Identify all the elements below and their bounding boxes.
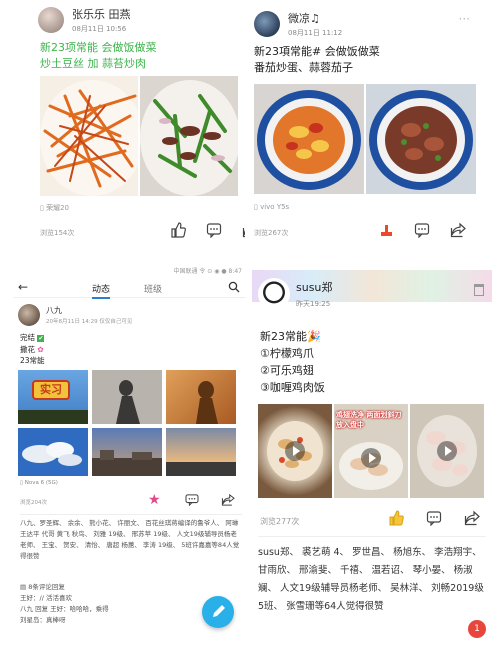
action-bar: ★ <box>148 492 235 508</box>
play-icon[interactable] <box>361 448 381 468</box>
action-bar <box>358 222 466 238</box>
view-count: 浏览154次 <box>40 229 75 237</box>
pencil-icon <box>213 605 225 617</box>
divider <box>20 514 242 515</box>
user-name[interactable]: susu郑 <box>296 279 332 295</box>
comment-item[interactable]: 刘星岛：真棒呀 <box>20 615 109 626</box>
device-label: ▯ vivo Y5s <box>254 203 290 211</box>
notification-badge[interactable]: 1 <box>468 620 486 638</box>
avatar[interactable] <box>38 7 64 33</box>
post-time: 08月11日 11:12 <box>288 29 343 37</box>
internship-badge: 实习 <box>32 380 70 400</box>
action-bar <box>388 510 480 526</box>
top-nav: ← 动态 班级 <box>14 278 246 299</box>
play-icon[interactable] <box>285 441 305 461</box>
post-text: 完结 ✔ 撒花 ✿ 23常能 <box>20 333 45 365</box>
back-icon[interactable]: ← <box>18 280 28 294</box>
like-icon[interactable] <box>388 510 404 526</box>
share-icon[interactable] <box>221 494 235 506</box>
search-icon[interactable] <box>228 281 240 293</box>
photo-sunset[interactable] <box>166 428 236 476</box>
video-curry-chicken[interactable] <box>410 404 484 498</box>
view-count: 浏览277次 <box>260 517 300 526</box>
comment-icon[interactable] <box>206 222 222 238</box>
device-label: ▯ 荣耀20 <box>40 204 69 212</box>
avatar[interactable] <box>254 11 280 37</box>
like-star-icon[interactable]: ★ <box>148 492 161 508</box>
compose-button[interactable] <box>202 596 234 628</box>
flower-icon: ✿ <box>37 345 44 354</box>
share-icon[interactable] <box>464 510 480 526</box>
photo-internship-sign[interactable]: 实习 <box>18 370 88 424</box>
video-caption: 鸡翅洗净 两面划斜刀 放入盘中 <box>336 411 402 429</box>
share-icon[interactable] <box>450 222 466 238</box>
photo-fried-potato[interactable] <box>40 76 138 196</box>
comment-item[interactable]: 王好：// 活活喜欢 <box>20 593 109 604</box>
comment-icon[interactable] <box>414 222 430 238</box>
photo-garlic-stem-pork[interactable] <box>140 76 238 196</box>
photo-buildings[interactable] <box>92 428 162 476</box>
post-text: 新23項常能# 会做饭做菜 番茄炒蛋、蒜蓉茄子 <box>254 45 380 74</box>
more-icon[interactable]: ··· <box>459 12 470 26</box>
tab-dynamic[interactable]: 动态 <box>92 282 111 299</box>
comment-item[interactable]: 八九 回复 王好：哈哈哈，乘得 <box>20 604 109 615</box>
delete-icon[interactable] <box>474 284 484 296</box>
play-icon[interactable] <box>437 441 457 461</box>
user-name[interactable]: 张乐乐 田燕 <box>72 6 131 22</box>
photo-garlic-eggplant[interactable] <box>366 84 476 194</box>
photo-shadow-1[interactable] <box>92 370 162 424</box>
view-count: 浏览267次 <box>254 229 289 237</box>
post-text: 新23常能🎉 ①柠檬鸡爪 ②可乐鸡翅 ③咖喱鸡肉饭 <box>260 330 325 394</box>
photo-clouds[interactable] <box>18 428 88 476</box>
post-header: 八九 20年8月11日 14:29 仅仅自己可见 <box>18 304 132 326</box>
comment-section: ▤ 8条评论回复 王好：// 活活喜欢 八九 回复 王好：哈哈哈，乘得 刘星岛：… <box>20 582 109 626</box>
comment-icon[interactable] <box>426 510 442 526</box>
like-icon[interactable] <box>378 222 394 238</box>
photo-tomato-egg[interactable] <box>254 84 364 194</box>
video-chicken-feet[interactable] <box>258 404 332 498</box>
avatar[interactable] <box>258 278 290 310</box>
moment-card-1: 张乐乐 田燕 08月11日 10:56 新23项常能 会做饭做菜 炒土豆丝 加 … <box>30 0 245 250</box>
post-time: 08月11日 10:56 <box>72 25 127 33</box>
moment-card-2: 微凉♫ 08月11日 11:12 ··· 新23項常能# 会做饭做菜 番茄炒蛋、… <box>248 0 478 250</box>
like-icon[interactable] <box>170 222 186 238</box>
post-time: 昨天19:25 <box>296 300 331 308</box>
post-header: 张乐乐 田燕 08月11日 10:56 <box>38 6 131 34</box>
view-count: 浏览204次 <box>20 500 47 506</box>
post-time: 20年8月11日 14:29 仅仅自己可见 <box>46 319 133 325</box>
video-cola-wings[interactable]: 鸡翅洗净 两面划斜刀 放入盘中 <box>334 404 408 498</box>
status-bar: 中国联通 令 ⊙ ◉ ● 8:47 <box>173 268 242 275</box>
post-header: susu郑 昨天19:25 <box>258 278 332 310</box>
moment-card-3: 中国联通 令 ⊙ ◉ ● 8:47 ← 动态 班级 八九 20年8月11日 14… <box>14 266 246 641</box>
user-name[interactable]: 微凉♫ <box>288 10 342 26</box>
check-icon: ✔ <box>37 335 45 342</box>
like-list: susu郑、 裘艺萌 4、 罗世昌、 杨旭东、 李浩翔宇、 甘雨欣、 邢渝斐、 … <box>258 547 484 612</box>
post-text: 新23项常能 会做饭做菜 炒土豆丝 加 蒜苔炒肉 <box>40 41 157 70</box>
tab-class[interactable]: 班级 <box>144 282 162 295</box>
comments-header: ▤ 8条评论回复 <box>20 583 65 591</box>
post-header: 微凉♫ 08月11日 11:12 <box>254 10 342 38</box>
avatar[interactable] <box>18 304 40 326</box>
device-label: ▯ Nova 6 (5G) <box>20 480 58 486</box>
photo-shadow-2[interactable] <box>166 370 236 424</box>
moment-card-4: susu郑 昨天19:25 新23常能🎉 ①柠檬鸡爪 ②可乐鸡翅 ③咖喱鸡肉饭 … <box>252 270 492 645</box>
divider <box>258 536 486 537</box>
share-icon[interactable] <box>242 222 245 238</box>
action-bar <box>150 222 245 238</box>
user-name[interactable]: 八九 <box>46 305 132 316</box>
comment-icon[interactable] <box>185 494 199 506</box>
like-list: 八九、罗圣辉、 余余、 熊小花、 许丽文、 百花丝琪蒋编译的鲁爷人、 阿琳 王达… <box>20 519 240 560</box>
